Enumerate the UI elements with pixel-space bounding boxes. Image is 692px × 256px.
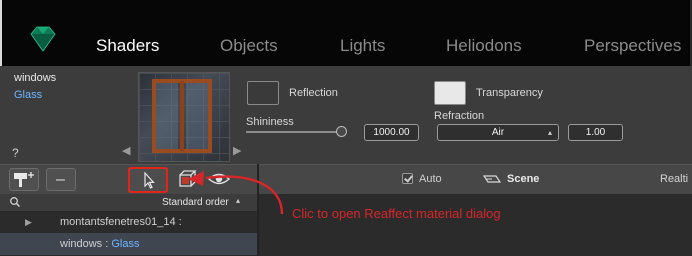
annotation-text: Clic to open Reaffect material dialog: [292, 206, 501, 221]
transparency-color-swatch[interactable]: [434, 81, 466, 105]
transparency-label: Transparency: [476, 87, 543, 99]
shininess-slider-track[interactable]: [246, 131, 342, 133]
minus-label: –: [56, 171, 65, 188]
select-updown-icon: ▴: [547, 128, 552, 137]
material-cube-icon: [179, 170, 197, 187]
top-tab-bar: Shaders Objects Lights Heliodons Perspec…: [0, 0, 692, 66]
shader-type[interactable]: Glass: [14, 89, 42, 101]
search-row: Standard order ▴: [0, 194, 257, 211]
tab-objects[interactable]: Objects: [220, 36, 278, 56]
scene-view-area: [259, 194, 692, 256]
refraction-medium-value: Air: [491, 127, 505, 138]
material-editor-button[interactable]: [176, 168, 198, 191]
eye-icon: [207, 173, 231, 185]
tab-perspectives[interactable]: Perspectives: [584, 36, 681, 56]
remove-shader-button[interactable]: –: [46, 168, 76, 191]
shader-toolbar: – Auto Scene Realti: [0, 164, 692, 194]
tab-lights[interactable]: Lights: [340, 36, 385, 56]
shader-name: windows: [14, 72, 57, 84]
sort-updown-icon[interactable]: ▴: [236, 196, 240, 205]
gem-logo-icon: [30, 26, 56, 52]
reflection-color-swatch[interactable]: [247, 81, 279, 105]
visibility-button[interactable]: [204, 168, 234, 191]
previous-preview-arrow-icon[interactable]: ◀: [122, 144, 130, 157]
add-shader-button[interactable]: [9, 168, 39, 191]
list-item-type: Glass: [111, 238, 140, 250]
shininess-value-field[interactable]: 1000.00: [364, 124, 419, 141]
shininess-slider-knob[interactable]: [336, 126, 347, 137]
list-item[interactable]: windows : Glass: [0, 233, 257, 255]
scene-icon: [482, 175, 502, 183]
refraction-label: Refraction: [434, 110, 485, 122]
realtime-label[interactable]: Realti: [660, 173, 688, 185]
shininess-label: Shininess: [246, 116, 294, 128]
list-item-name: windows :: [60, 238, 112, 250]
help-button[interactable]: ?: [12, 146, 19, 160]
search-icon[interactable]: [9, 196, 21, 208]
shader-panel: windows Glass ? ◀ ▶ Reflection Transpare…: [0, 66, 692, 164]
shader-list: ▶ montantsfenetres01_14 : windows : Glas…: [0, 211, 257, 256]
auto-label: Auto: [419, 173, 442, 185]
refraction-value-field[interactable]: 1.00: [568, 124, 623, 141]
reflection-label: Reflection: [289, 87, 338, 99]
tab-shaders[interactable]: Shaders: [96, 36, 159, 56]
tab-heliodons[interactable]: Heliodons: [446, 36, 522, 56]
cursor-arrow-icon: [144, 171, 155, 189]
auto-checkbox[interactable]: [402, 173, 413, 184]
preview-window-mullion: [180, 81, 184, 151]
window-edge: [0, 0, 2, 66]
next-preview-arrow-icon[interactable]: ▶: [233, 144, 241, 157]
paint-roller-icon: [14, 172, 34, 187]
list-item-label: windows : Glass: [60, 233, 139, 255]
material-preview-thumbnail[interactable]: [138, 72, 230, 162]
refraction-medium-select[interactable]: Air ▴: [437, 124, 559, 141]
list-item-name: montantsfenetres01_14 :: [60, 216, 182, 228]
list-item[interactable]: ▶ montantsfenetres01_14 :: [0, 211, 257, 233]
scene-button[interactable]: Scene: [507, 173, 539, 185]
reaffect-material-button[interactable]: [128, 167, 168, 193]
disclosure-triangle-icon[interactable]: ▶: [25, 211, 32, 233]
sort-order-select[interactable]: Standard order: [162, 197, 229, 208]
